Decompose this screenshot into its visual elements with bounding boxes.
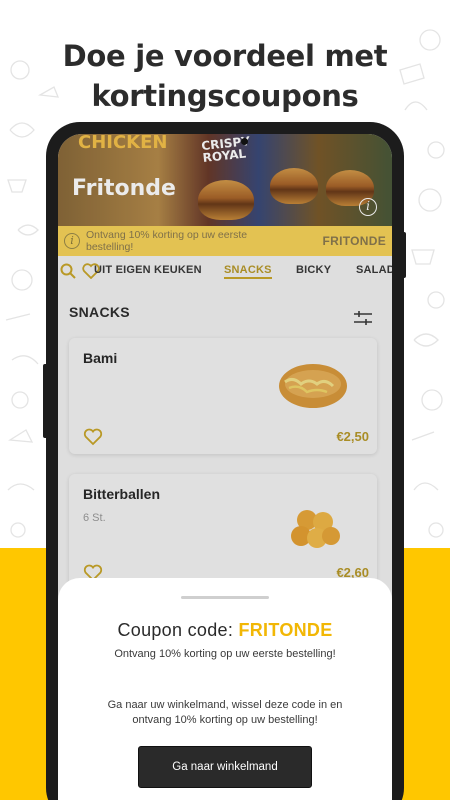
banner-logo-text: CRISPY ROYAL — [200, 134, 251, 166]
section-title: SNACKS — [69, 304, 130, 320]
coupon-code: FRITONDE — [238, 620, 333, 640]
go-to-cart-button[interactable]: Ga naar winkelmand — [138, 746, 312, 788]
product-image — [291, 510, 340, 548]
info-icon: i — [64, 233, 80, 249]
tab-bicky[interactable]: BICKY — [296, 264, 331, 276]
coupon-bottom-sheet: Coupon code: FRITONDE Ontvang 10% kortin… — [58, 578, 392, 800]
banner-text: CHICKEN — [78, 134, 168, 153]
tab-uit-eigen-keuken[interactable]: UIT EIGEN KEUKEN — [94, 264, 202, 276]
product-price: €2,50 — [336, 429, 369, 444]
product-name: Bitterballen — [83, 486, 161, 502]
heart-icon[interactable] — [83, 428, 103, 446]
coupon-label: Coupon code: — [117, 620, 234, 640]
coupon-description: Ontvang 10% korting op uw eerste bestell… — [114, 648, 336, 660]
product-image — [279, 364, 347, 408]
filter-icon[interactable] — [354, 310, 372, 326]
category-nav: UIT EIGEN KEUKEN SNACKS BICKY SALADES — [58, 258, 392, 286]
search-icon[interactable] — [60, 263, 76, 279]
headline-line-1: Doe je voordeel met — [62, 39, 388, 73]
info-icon[interactable]: i — [359, 198, 377, 216]
promo-text: Ontvang 10% korting op uw eerste bestell… — [86, 229, 248, 253]
store-banner: CHICKEN CRISPY ROYAL Fritonde i — [58, 134, 392, 226]
product-subtitle: 6 St. — [83, 512, 106, 524]
product-card[interactable]: Bitterballen 6 St. €2,60 — [69, 474, 377, 590]
headline: Doe je voordeel met kortingscoupons — [0, 36, 450, 116]
tab-snacks[interactable]: SNACKS — [224, 264, 272, 279]
headline-line-2: kortingscoupons — [91, 79, 359, 113]
burger-image — [270, 168, 318, 204]
product-card[interactable]: Bami €2,50 — [69, 338, 377, 454]
store-name: Fritonde — [72, 176, 176, 201]
tab-salades[interactable]: SALADES — [356, 264, 392, 276]
burger-image — [198, 180, 254, 220]
sheet-drag-handle[interactable] — [181, 596, 269, 599]
coupon-code-heading: Coupon code: FRITONDE — [58, 620, 392, 641]
coupon-instructions: Ga naar uw winkelmand, wissel deze code … — [107, 699, 343, 726]
front-camera — [241, 138, 248, 145]
product-name: Bami — [83, 350, 118, 366]
promo-code: FRITONDE — [322, 234, 386, 248]
promo-bar: i Ontvang 10% korting op uw eerste beste… — [58, 226, 392, 256]
